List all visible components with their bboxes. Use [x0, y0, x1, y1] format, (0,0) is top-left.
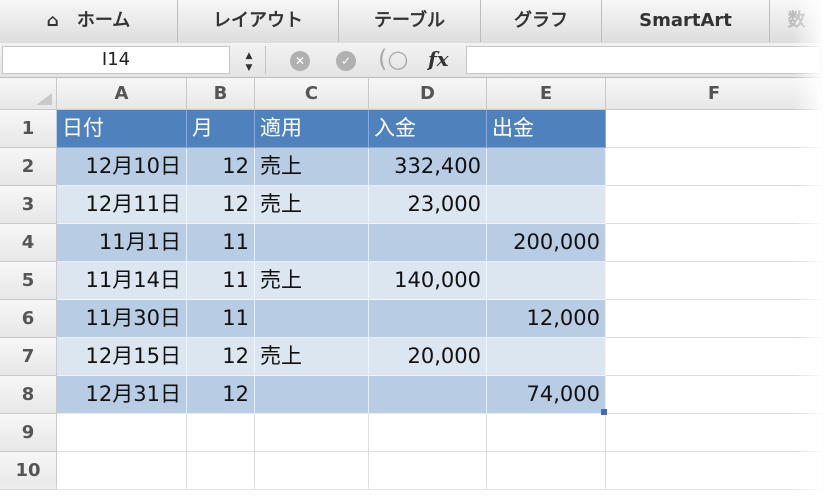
cell-f4[interactable]: [606, 224, 823, 262]
cell-c7[interactable]: 売上: [255, 338, 369, 376]
column-header-f[interactable]: F: [606, 78, 823, 110]
cell-e8[interactable]: 74,000: [487, 376, 606, 414]
cell-f9[interactable]: [606, 414, 823, 452]
select-all-corner[interactable]: [0, 78, 57, 110]
cell-c2[interactable]: 売上: [255, 148, 369, 186]
cell-a9[interactable]: [57, 414, 187, 452]
cell-d8[interactable]: [369, 376, 487, 414]
cell-a2[interactable]: 12月10日: [57, 148, 187, 186]
window-bottom-fade: [0, 482, 823, 504]
tab-layout[interactable]: レイアウト: [178, 0, 339, 42]
cell-f8[interactable]: [606, 376, 823, 414]
column-header-e[interactable]: E: [487, 78, 606, 110]
cell-d3[interactable]: 23,000: [369, 186, 487, 224]
cell-e1[interactable]: 出金: [487, 110, 606, 148]
window-edge-fade: [793, 0, 823, 504]
cell-a7[interactable]: 12月15日: [57, 338, 187, 376]
cell-c5[interactable]: 売上: [255, 262, 369, 300]
fx-icon[interactable]: fx: [428, 47, 449, 71]
cell-c6[interactable]: [255, 300, 369, 338]
cell-b3[interactable]: 12: [187, 186, 255, 224]
cell-f5[interactable]: [606, 262, 823, 300]
cell-d6[interactable]: [369, 300, 487, 338]
column-header-c[interactable]: C: [255, 78, 369, 110]
cell-b1[interactable]: 月: [187, 110, 255, 148]
cell-a4[interactable]: 11月1日: [57, 224, 187, 262]
row-header-8[interactable]: 8: [0, 376, 57, 414]
cell-d4[interactable]: [369, 224, 487, 262]
stepper-arrows-icon: ▲▼: [244, 51, 254, 75]
home-icon: ⌂: [46, 11, 59, 31]
column-header-d[interactable]: D: [369, 78, 487, 110]
tab-table[interactable]: テーブル: [339, 0, 481, 42]
row-header-6[interactable]: 6: [0, 300, 57, 338]
cell-b8[interactable]: 12: [187, 376, 255, 414]
cell-c4[interactable]: [255, 224, 369, 262]
column-header-b[interactable]: B: [187, 78, 255, 110]
cell-f1[interactable]: [606, 110, 823, 148]
cell-d1[interactable]: 入金: [369, 110, 487, 148]
column-header-a[interactable]: A: [57, 78, 187, 110]
row-header-2[interactable]: 2: [0, 148, 57, 186]
function-wizard-icon[interactable]: (○: [378, 45, 408, 73]
fill-handle[interactable]: [601, 409, 607, 415]
tab-chart[interactable]: グラフ: [481, 0, 602, 42]
cell-b2[interactable]: 12: [187, 148, 255, 186]
cell-d7[interactable]: 20,000: [369, 338, 487, 376]
name-box[interactable]: I14: [2, 46, 230, 74]
cell-d5[interactable]: 140,000: [369, 262, 487, 300]
cell-a1[interactable]: 日付: [57, 110, 187, 148]
cell-b9[interactable]: [187, 414, 255, 452]
formula-bar: I14 ▲▼ ✕ ✓ (○ fx: [0, 43, 823, 78]
cell-a8[interactable]: 12月31日: [57, 376, 187, 414]
confirm-icon[interactable]: ✓: [336, 51, 356, 71]
tab-label: レイアウト: [213, 10, 303, 31]
cell-f2[interactable]: [606, 148, 823, 186]
formula-input[interactable]: [466, 46, 821, 74]
row-header-7[interactable]: 7: [0, 338, 57, 376]
cell-e5[interactable]: [487, 262, 606, 300]
row-header-4[interactable]: 4: [0, 224, 57, 262]
cell-e4[interactable]: 200,000: [487, 224, 606, 262]
cell-a3[interactable]: 12月11日: [57, 186, 187, 224]
cell-b6[interactable]: 11: [187, 300, 255, 338]
cell-d9[interactable]: [369, 414, 487, 452]
tab-label: グラフ: [514, 10, 568, 31]
cell-f7[interactable]: [606, 338, 823, 376]
cell-a5[interactable]: 11月14日: [57, 262, 187, 300]
row-header-9[interactable]: 9: [0, 414, 57, 452]
cell-b7[interactable]: 12: [187, 338, 255, 376]
cell-e9[interactable]: [487, 414, 606, 452]
cell-e3[interactable]: [487, 186, 606, 224]
tab-smartart[interactable]: SmartArt: [602, 0, 770, 42]
select-all-icon: [36, 93, 52, 105]
cell-b5[interactable]: 11: [187, 262, 255, 300]
cell-e7[interactable]: [487, 338, 606, 376]
cell-d2[interactable]: 332,400: [369, 148, 487, 186]
row-header-1[interactable]: 1: [0, 110, 57, 148]
name-box-stepper[interactable]: ▲▼: [232, 46, 266, 75]
cell-c8[interactable]: [255, 376, 369, 414]
cell-c9[interactable]: [255, 414, 369, 452]
cell-c1[interactable]: 適用: [255, 110, 369, 148]
tab-home[interactable]: ⌂ ホーム: [0, 0, 178, 42]
cancel-icon[interactable]: ✕: [290, 51, 310, 71]
ribbon-tabs: ⌂ホーム レイアウト テーブル グラフ SmartArt 数: [0, 0, 823, 44]
cell-c3[interactable]: 売上: [255, 186, 369, 224]
cell-f6[interactable]: [606, 300, 823, 338]
cell-f3[interactable]: [606, 186, 823, 224]
cell-a6[interactable]: 11月30日: [57, 300, 187, 338]
cell-e6[interactable]: 12,000: [487, 300, 606, 338]
tab-label: SmartArt: [639, 10, 732, 31]
cell-b4[interactable]: 11: [187, 224, 255, 262]
row-header-3[interactable]: 3: [0, 186, 57, 224]
tab-label: ホーム: [76, 10, 131, 31]
tab-label: テーブル: [374, 10, 445, 31]
row-header-5[interactable]: 5: [0, 262, 57, 300]
cell-e2[interactable]: [487, 148, 606, 186]
